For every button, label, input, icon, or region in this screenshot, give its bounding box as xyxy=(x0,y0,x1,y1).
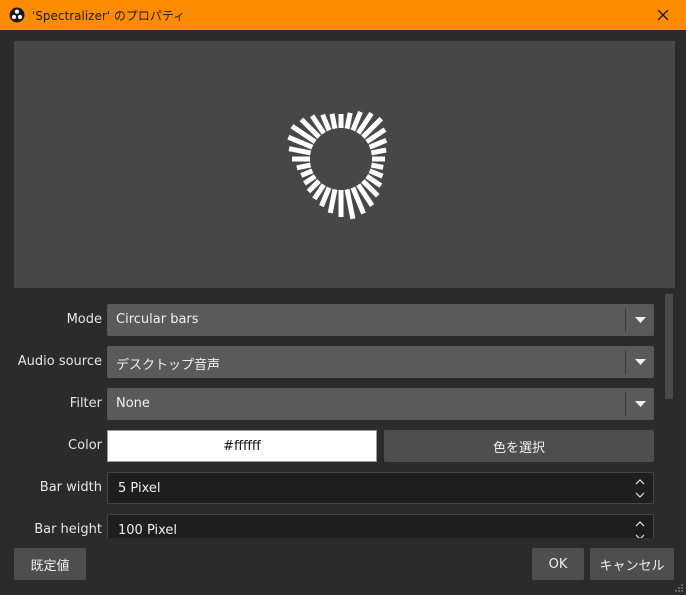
cancel-button[interactable]: キャンセル xyxy=(590,548,674,580)
close-button[interactable] xyxy=(640,0,686,30)
bar-width-value: 5 Pixel xyxy=(118,481,161,496)
mode-dropdown[interactable]: Circular bars xyxy=(107,304,654,336)
ok-button[interactable]: OK xyxy=(532,548,584,580)
mode-value: Circular bars xyxy=(116,312,199,327)
filter-dropdown[interactable]: None xyxy=(107,388,654,420)
chevron-down-icon xyxy=(635,317,646,323)
dropdown-separator xyxy=(625,392,626,416)
bar-height-row: Bar height 100 Pixel xyxy=(14,514,662,538)
bar-height-spinbox[interactable]: 100 Pixel xyxy=(107,514,654,538)
color-value-swatch: #ffffff xyxy=(107,430,377,462)
chevron-up-icon[interactable] xyxy=(634,476,646,488)
audio-source-value: デスクトップ音声 xyxy=(116,358,221,373)
bar-height-label: Bar height xyxy=(34,522,102,537)
spectrum-bar xyxy=(288,146,312,156)
chevron-down-icon xyxy=(635,359,646,365)
scrollbar-thumb[interactable] xyxy=(665,294,673,399)
select-color-button[interactable]: 色を選択 xyxy=(384,430,654,462)
spectrum-bar xyxy=(344,112,353,130)
spectrum-bar xyxy=(344,188,356,220)
window-title: 'Spectralizer' のプロパティ xyxy=(32,9,186,23)
bar-width-row: Bar width 5 Pixel xyxy=(14,472,662,504)
spectrum-visualization xyxy=(287,110,388,220)
spectrum-bar xyxy=(368,168,384,179)
obs-logo-icon xyxy=(9,7,25,23)
spectrum-bar xyxy=(296,162,312,171)
chevron-down-icon[interactable] xyxy=(634,489,646,501)
chevron-up-icon[interactable] xyxy=(634,518,646,530)
chevron-down-icon[interactable] xyxy=(634,531,646,538)
filter-row: Filter None xyxy=(14,388,662,420)
bar-width-spinbox[interactable]: 5 Pixel xyxy=(107,472,654,504)
spectrum-bar xyxy=(327,188,338,214)
dropdown-separator xyxy=(625,350,626,374)
spectrum-bar xyxy=(303,174,317,186)
audio-source-label: Audio source xyxy=(17,354,102,369)
filter-value: None xyxy=(116,396,150,411)
spectrum-bar xyxy=(368,137,388,150)
dropdown-separator xyxy=(625,308,626,332)
filter-label: Filter xyxy=(69,396,102,411)
bar-height-value: 100 Pixel xyxy=(118,523,178,538)
audio-source-row: Audio source デスクトップ音声 xyxy=(14,346,662,378)
spectrum-bar xyxy=(370,147,387,156)
audio-source-dropdown[interactable]: デスクトップ音声 xyxy=(107,346,654,378)
mode-row: Mode Circular bars xyxy=(14,304,662,336)
properties-list: Mode Circular bars Audio source デスクトップ音声… xyxy=(14,291,662,538)
title-bar: 'Spectralizer' のプロパティ xyxy=(0,0,686,30)
resize-grip-icon[interactable] xyxy=(674,583,684,593)
mode-label: Mode xyxy=(66,312,102,327)
close-icon xyxy=(657,9,669,21)
spectrum-bar xyxy=(320,113,332,132)
defaults-button[interactable]: 既定値 xyxy=(14,548,86,580)
chevron-down-icon xyxy=(635,401,646,407)
preview-area xyxy=(14,41,675,288)
spectrum-bar xyxy=(300,168,314,178)
spectrum-bar xyxy=(370,162,384,170)
spectrum-bar xyxy=(329,113,338,130)
properties-scrollbar[interactable] xyxy=(663,291,675,538)
color-row: Color #ffffff 色を選択 xyxy=(14,430,662,462)
bar-width-label: Bar width xyxy=(39,480,102,495)
color-label: Color xyxy=(68,438,102,453)
